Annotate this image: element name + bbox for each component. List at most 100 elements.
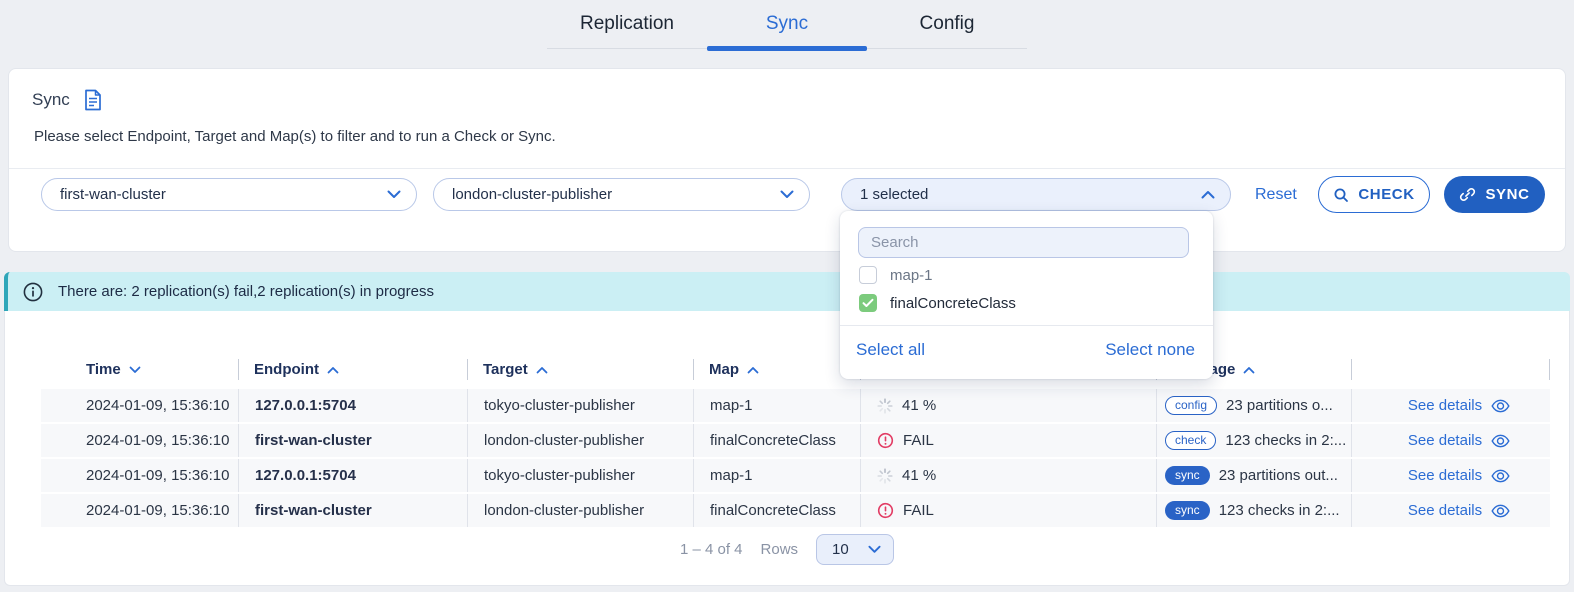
- cell-map: map-1: [693, 389, 860, 422]
- sync-button[interactable]: SYNC: [1444, 176, 1545, 213]
- rows-label: Rows: [761, 541, 799, 558]
- target-select-value: london-cluster-publisher: [452, 186, 612, 203]
- check-button[interactable]: CHECK: [1318, 176, 1430, 213]
- table-row: 2024-01-09, 15:36:10 127.0.0.1:5704 toky…: [41, 459, 1550, 492]
- message-text: 23 partitions out...: [1219, 467, 1338, 484]
- table-row: 2024-01-09, 15:36:10 127.0.0.1:5704 toky…: [41, 389, 1550, 422]
- tab-sync[interactable]: Sync: [707, 0, 867, 48]
- eye-icon: [1491, 504, 1510, 518]
- map-select-value: 1 selected: [860, 186, 928, 203]
- select-none-link[interactable]: Select none: [1105, 340, 1195, 360]
- search-icon: [1333, 187, 1349, 203]
- cell-status: 41 %: [860, 459, 1156, 492]
- info-banner-text: There are: 2 replication(s) fail,2 repli…: [58, 283, 434, 300]
- see-details-link[interactable]: See details: [1351, 459, 1550, 492]
- see-details-link[interactable]: See details: [1351, 389, 1550, 422]
- rows-per-page-select[interactable]: 10: [816, 534, 894, 565]
- message-text: 123 checks in 2:...: [1219, 502, 1340, 519]
- check-button-label: CHECK: [1358, 186, 1414, 203]
- cell-endpoint: 127.0.0.1:5704: [238, 459, 467, 492]
- divider: [840, 325, 1213, 326]
- cell-time: 2024-01-09, 15:36:10: [41, 389, 238, 422]
- table-row: 2024-01-09, 15:36:10 first-wan-cluster l…: [41, 424, 1550, 457]
- checkbox-checked[interactable]: [859, 294, 877, 312]
- cell-target: tokyo-cluster-publisher: [467, 459, 693, 492]
- table-row: 2024-01-09, 15:36:10 first-wan-cluster l…: [41, 494, 1550, 527]
- cell-status: 41 %: [860, 389, 1156, 422]
- chevron-down-icon: [387, 190, 401, 199]
- replication-table-card: There are: 2 replication(s) fail,2 repli…: [4, 272, 1570, 586]
- cell-endpoint: 127.0.0.1:5704: [238, 389, 467, 422]
- map-select[interactable]: 1 selected: [841, 178, 1231, 211]
- document-icon[interactable]: [83, 89, 103, 111]
- table-header: Time Endpoint Target Map: [41, 353, 1550, 386]
- column-header-map[interactable]: Map: [693, 353, 860, 386]
- chevron-up-icon: [1201, 190, 1215, 199]
- info-icon: [22, 281, 44, 303]
- target-select[interactable]: london-cluster-publisher: [433, 178, 810, 211]
- column-header-details: [1351, 353, 1550, 386]
- cell-map: map-1: [693, 459, 860, 492]
- pagination: 1 – 4 of 4 Rows 10: [5, 534, 1569, 565]
- cell-target: tokyo-cluster-publisher: [467, 389, 693, 422]
- error-icon: [877, 432, 894, 449]
- cell-target: london-cluster-publisher: [467, 424, 693, 457]
- divider: [9, 168, 1565, 169]
- sync-button-label: SYNC: [1485, 186, 1529, 203]
- tab-replication[interactable]: Replication: [547, 0, 707, 48]
- rows-per-page-value: 10: [832, 541, 849, 558]
- pagination-range: 1 – 4 of 4: [680, 541, 743, 558]
- map-option-map-1[interactable]: map-1: [859, 263, 933, 287]
- cell-status: FAIL: [860, 424, 1156, 457]
- cell-message: config 23 partitions o...: [1156, 389, 1351, 422]
- status-text: FAIL: [903, 502, 934, 519]
- operation-badge: sync: [1165, 466, 1210, 485]
- map-option-label: finalConcreteClass: [890, 295, 1016, 312]
- eye-icon: [1491, 469, 1510, 483]
- column-header-endpoint[interactable]: Endpoint: [238, 353, 467, 386]
- see-details-link[interactable]: See details: [1351, 494, 1550, 527]
- cell-time: 2024-01-09, 15:36:10: [41, 424, 238, 457]
- tabs: Replication Sync Config: [547, 0, 1027, 49]
- chevron-down-icon: [780, 190, 794, 199]
- select-all-link[interactable]: Select all: [856, 340, 925, 360]
- operation-badge: config: [1165, 396, 1217, 415]
- page-title: Sync: [32, 90, 70, 110]
- sync-filter-card: Sync Please select Endpoint, Target and …: [8, 68, 1566, 252]
- endpoint-select-value: first-wan-cluster: [60, 186, 166, 203]
- wan-replication-page: Replication Sync Config Sync Please sele…: [0, 0, 1574, 592]
- cell-time: 2024-01-09, 15:36:10: [41, 494, 238, 527]
- map-multiselect-panel: map-1 finalConcreteClass Select all Sele…: [840, 211, 1213, 379]
- cell-endpoint: first-wan-cluster: [238, 494, 467, 527]
- card-title-row: Sync: [32, 89, 103, 111]
- spinner-icon: [877, 468, 893, 484]
- map-option-finalconcreteclass[interactable]: finalConcreteClass: [859, 291, 1016, 315]
- cell-target: london-cluster-publisher: [467, 494, 693, 527]
- search-input[interactable]: [858, 227, 1189, 258]
- operation-badge: sync: [1165, 501, 1210, 520]
- sort-asc-icon: [747, 366, 759, 374]
- column-header-target[interactable]: Target: [467, 353, 693, 386]
- endpoint-select[interactable]: first-wan-cluster: [41, 178, 417, 211]
- eye-icon: [1491, 434, 1510, 448]
- card-subtitle: Please select Endpoint, Target and Map(s…: [34, 128, 556, 145]
- see-details-link[interactable]: See details: [1351, 424, 1550, 457]
- cell-map: finalConcreteClass: [693, 424, 860, 457]
- cell-status: FAIL: [860, 494, 1156, 527]
- sort-asc-icon: [536, 366, 548, 374]
- column-header-time[interactable]: Time: [41, 353, 238, 386]
- info-banner: There are: 2 replication(s) fail,2 repli…: [4, 272, 1570, 311]
- operation-badge: check: [1165, 431, 1216, 450]
- checkbox-unchecked[interactable]: [859, 266, 877, 284]
- cell-endpoint: first-wan-cluster: [238, 424, 467, 457]
- tab-config[interactable]: Config: [867, 0, 1027, 48]
- status-text: FAIL: [903, 432, 934, 449]
- eye-icon: [1491, 399, 1510, 413]
- cell-time: 2024-01-09, 15:36:10: [41, 459, 238, 492]
- reset-button[interactable]: Reset: [1255, 186, 1297, 204]
- cell-message: sync 123 checks in 2:...: [1156, 494, 1351, 527]
- map-option-label: map-1: [890, 267, 933, 284]
- chevron-down-icon: [868, 545, 881, 554]
- cell-map: finalConcreteClass: [693, 494, 860, 527]
- cell-message: check 123 checks in 2:...: [1156, 424, 1351, 457]
